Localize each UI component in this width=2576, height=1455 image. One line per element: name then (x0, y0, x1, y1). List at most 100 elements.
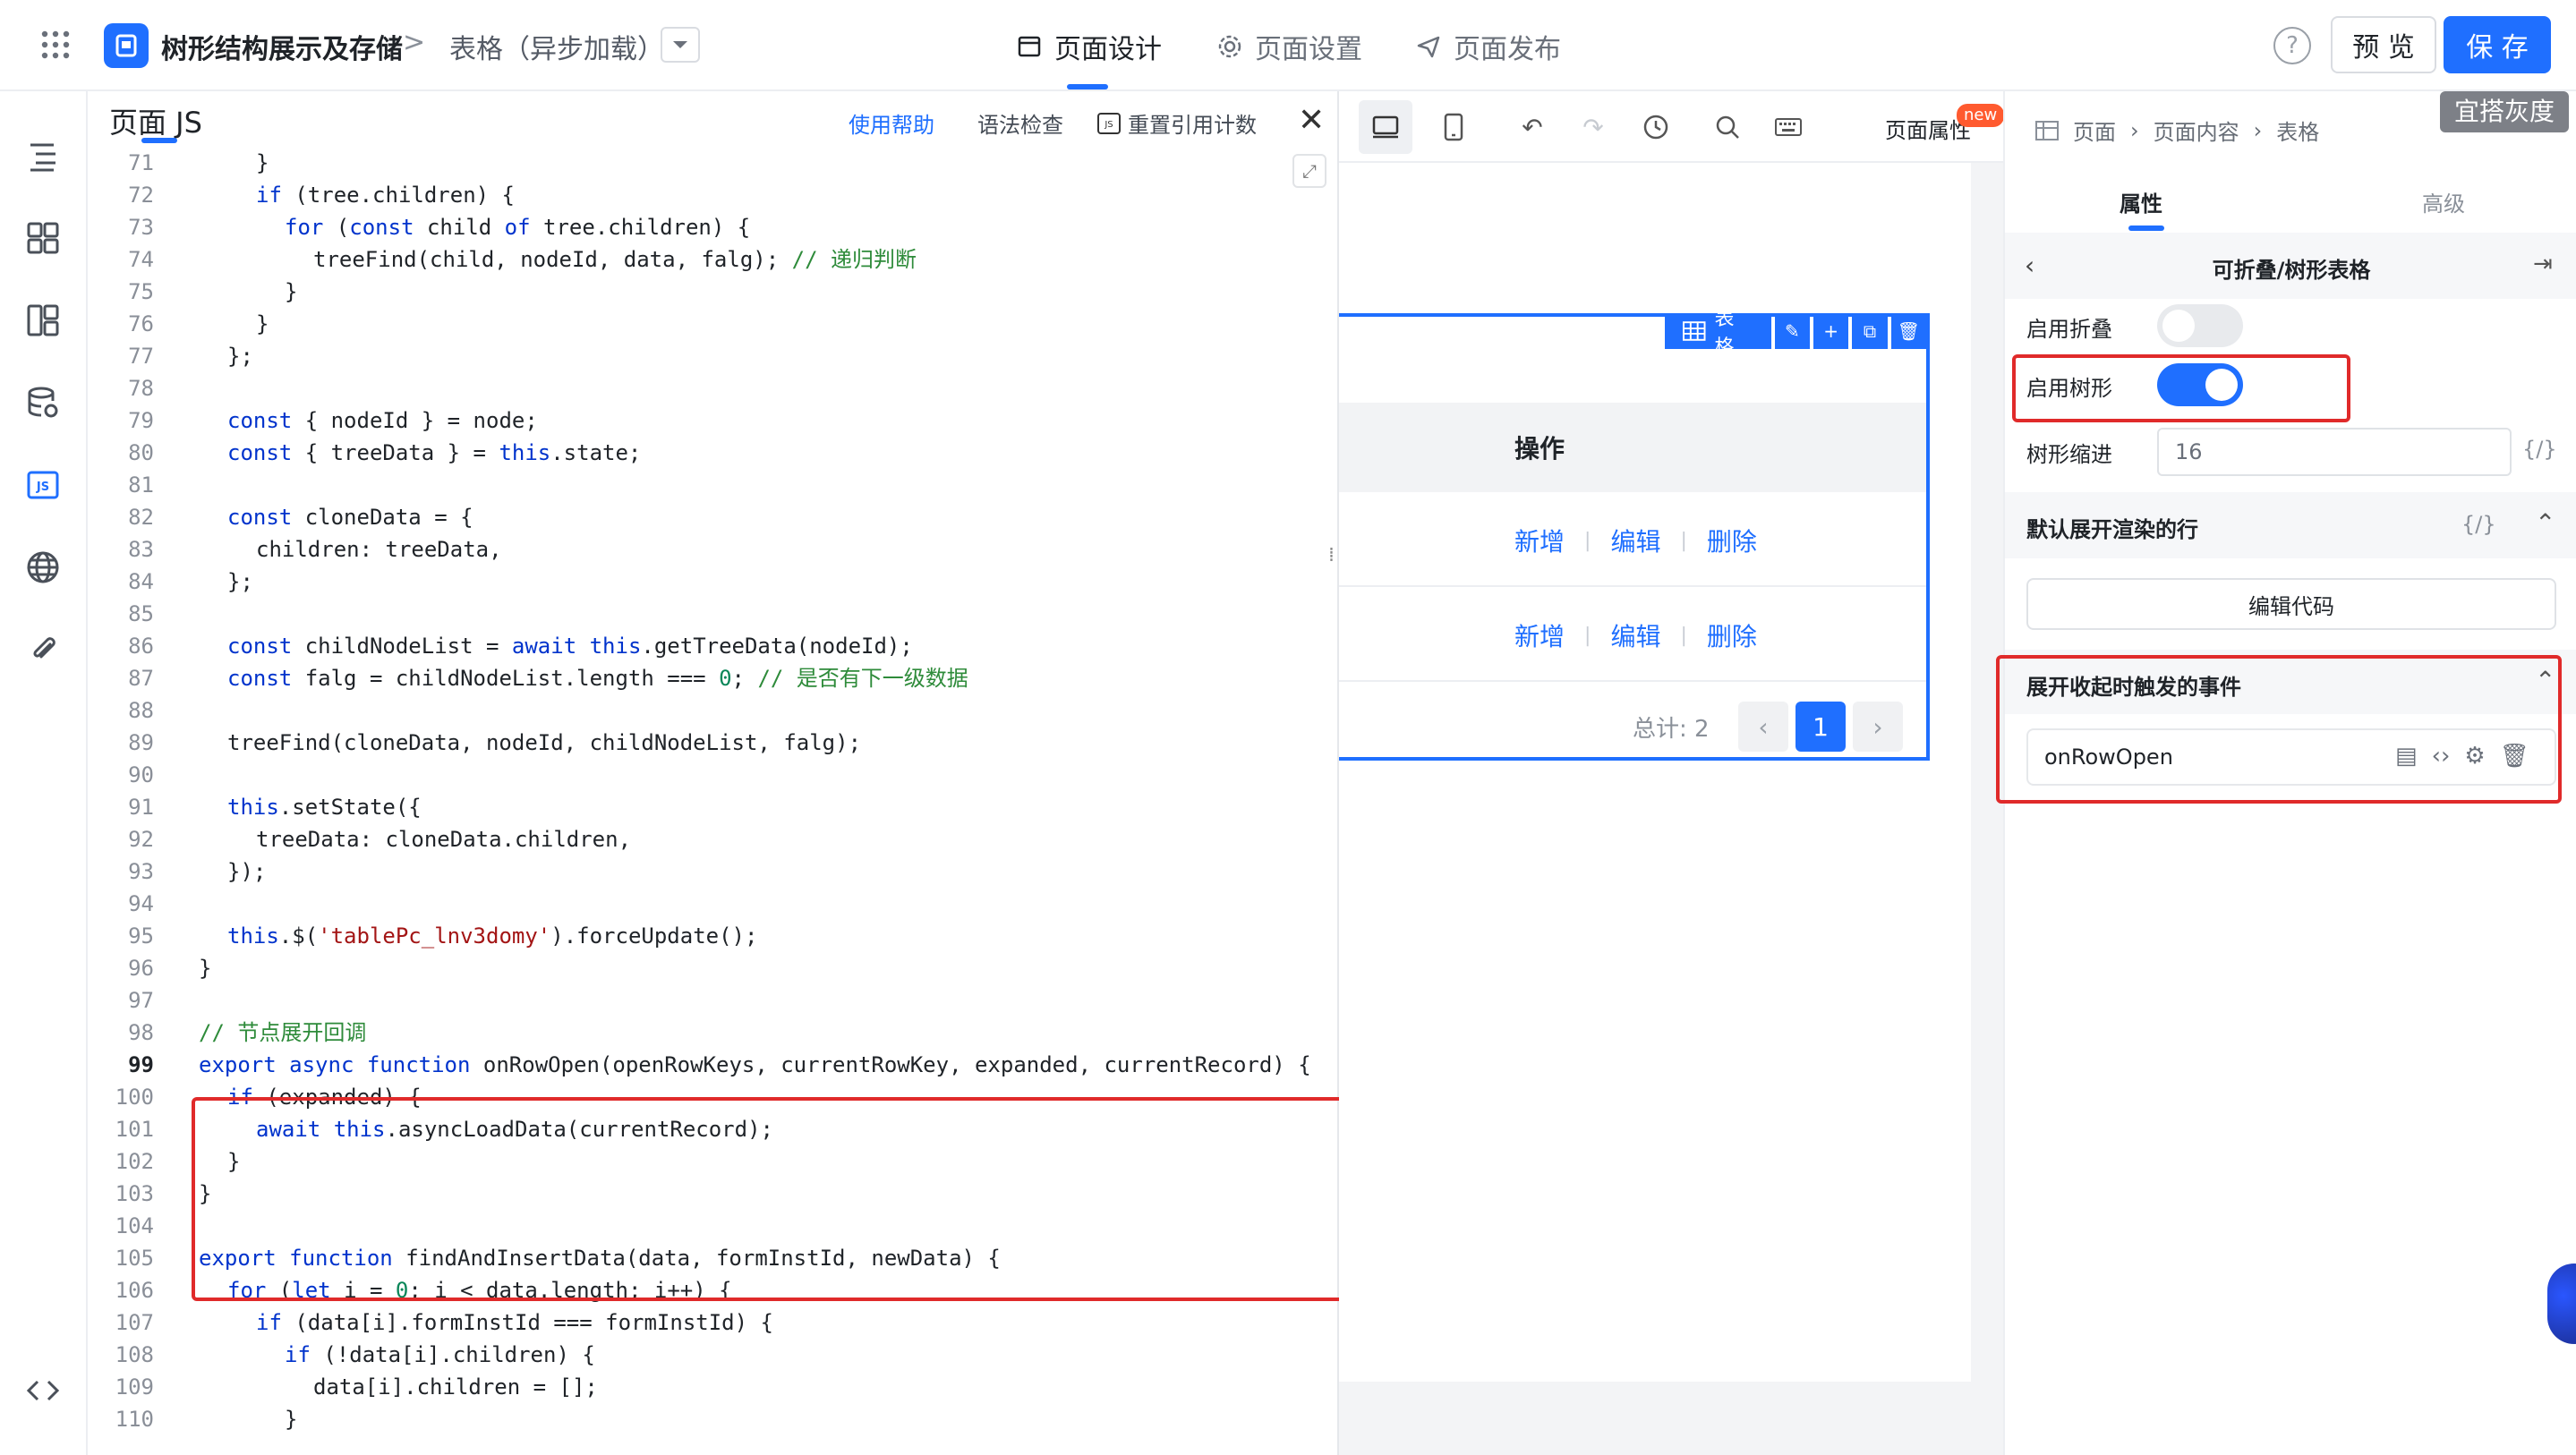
assistant-bubble-icon[interactable] (2547, 1264, 2576, 1344)
tab-page-design[interactable]: 页面设计 (1017, 27, 1162, 66)
prev-page-button[interactable]: ‹ (1738, 702, 1788, 752)
edit-row-link[interactable]: 编辑 (1610, 617, 1660, 653)
variable-bind-icon[interactable]: {/} (2461, 512, 2496, 537)
code-line[interactable]: 93}); (88, 855, 1339, 888)
next-page-button[interactable]: › (1853, 702, 1903, 752)
close-icon[interactable]: ✕ (1298, 102, 1325, 139)
selected-table-component[interactable]: 表格 ✎ + ⧉ 🗑 操作 新增 | 编辑 | 删除 新增 | 编辑 | 删除 … (1339, 308, 1930, 761)
edit-row-link[interactable]: 编辑 (1610, 523, 1660, 558)
delete-row-link[interactable]: 删除 (1707, 617, 1757, 653)
copy-icon[interactable]: ⧉ (1852, 313, 1888, 349)
code-line[interactable]: 100 if (expanded) { (88, 1081, 1339, 1113)
tab-page-publish[interactable]: 页面发布 (1416, 27, 1561, 66)
desktop-view-icon[interactable] (1359, 100, 1412, 154)
code-line[interactable]: 109 data[i].children = []; (88, 1371, 1339, 1403)
code-line[interactable]: 84}; (88, 566, 1339, 598)
data-source-icon[interactable] (25, 385, 61, 421)
help-link[interactable]: 使用帮助 (849, 107, 934, 139)
save-button[interactable]: 保 存 (2444, 16, 2551, 73)
page-number-button[interactable]: 1 (1796, 702, 1846, 752)
breadcrumb-item[interactable]: 表格 (2276, 115, 2319, 146)
breadcrumb-item[interactable]: 页面 (2073, 115, 2116, 146)
breadcrumb-item[interactable]: 页面内容 (2154, 115, 2239, 146)
code-line[interactable]: 76} (88, 308, 1339, 340)
resize-handle-icon[interactable]: ⁞ (1328, 544, 1335, 566)
apps-grid-icon[interactable] (39, 29, 72, 61)
history-icon[interactable] (1638, 109, 1674, 145)
attachment-icon[interactable] (25, 632, 61, 668)
add-row-link[interactable]: 新增 (1514, 617, 1565, 653)
code-line[interactable]: 97 (88, 984, 1339, 1017)
add-icon[interactable]: + (1813, 313, 1849, 349)
code-line[interactable]: 73 for (const child of tree.children) { (88, 211, 1339, 243)
code-line[interactable]: 89 treeFind(cloneData, nodeId, childNodeL… (88, 727, 1339, 759)
mobile-view-icon[interactable] (1436, 109, 1471, 145)
variable-bind-icon[interactable]: {/} (2522, 437, 2557, 462)
code-line[interactable]: 85 (88, 598, 1339, 630)
code-line[interactable]: 87 const falg = childNodeList.length === … (88, 662, 1339, 694)
help-icon[interactable]: ? (2273, 27, 2311, 64)
code-line[interactable]: 92 treeData: cloneData.children, (88, 823, 1339, 855)
code-line[interactable]: 98 // 节点展开回调 (88, 1017, 1339, 1049)
table-type-label[interactable]: 表格 (1665, 308, 1771, 359)
add-row-link[interactable]: 新增 (1514, 523, 1565, 558)
search-icon[interactable] (1710, 109, 1745, 145)
code-line[interactable]: 103} (88, 1178, 1339, 1210)
trash-icon[interactable]: 🗑 (2500, 743, 2529, 770)
code-line[interactable]: 90 (88, 759, 1339, 791)
code-line[interactable]: 71} (88, 147, 1339, 179)
undo-icon[interactable]: ↶ (1514, 109, 1550, 145)
app-title[interactable]: 树形结构展示及存储 (161, 27, 403, 66)
delete-row-link[interactable]: 删除 (1707, 523, 1757, 558)
code-line[interactable]: 94 (88, 888, 1339, 920)
edit-code-button[interactable]: 编辑代码 (2026, 578, 2556, 630)
keyboard-icon[interactable] (1770, 109, 1806, 145)
code-line[interactable]: 104 (88, 1210, 1339, 1242)
code-line[interactable]: 83 children: treeData, (88, 533, 1339, 566)
code-line[interactable]: 101 await this.asyncLoadData(currentRecor… (88, 1113, 1339, 1145)
code-line[interactable]: 81 (88, 469, 1339, 501)
code-line[interactable]: 91 this.setState({ (88, 791, 1339, 823)
code-line[interactable]: 105 export function findAndInsertData(dat… (88, 1242, 1339, 1274)
preview-button[interactable]: 预 览 (2331, 16, 2436, 73)
page-name[interactable]: 表格（异步加载） (449, 27, 664, 66)
code-line[interactable]: 96} (88, 952, 1339, 984)
globe-icon[interactable] (25, 549, 61, 585)
code-line[interactable]: 88 (88, 694, 1339, 727)
code-editor[interactable]: 71} 72 if (tree.children) {73 for (const ch… (88, 147, 1339, 1455)
layout-icon[interactable] (25, 302, 61, 338)
code-line[interactable]: 79 const { nodeId } = node; (88, 404, 1339, 437)
collapse-toggle[interactable] (2157, 304, 2243, 347)
lint-button[interactable]: 语法检查 (977, 107, 1063, 139)
tab-page-settings[interactable]: 页面设置 (1217, 27, 1362, 66)
code-toggle-icon[interactable] (25, 1373, 61, 1408)
delete-icon[interactable]: 🗑 (1890, 313, 1926, 349)
code-line[interactable]: 86 const childNodeList = await this.getTr… (88, 630, 1339, 662)
gear-icon[interactable]: ⚙ (2464, 743, 2485, 770)
code-line[interactable]: 74 treeFind(child, nodeId, data, falg); /… (88, 243, 1339, 276)
code-line[interactable]: 106 for (let i = 0; i < data.length; i++)… (88, 1274, 1339, 1306)
code-line[interactable]: 107 if (data[i].formInstId === formInstId… (88, 1306, 1339, 1339)
code-line[interactable]: 72 if (tree.children) { (88, 179, 1339, 211)
code-line[interactable]: 78 (88, 372, 1339, 404)
indent-input[interactable]: 16 (2157, 428, 2512, 476)
page-dropdown-button[interactable] (661, 27, 700, 63)
code-line[interactable]: 95 this.$('tablePc_lnv3domy').forceUpdate… (88, 920, 1339, 952)
tab-advanced[interactable]: 高级 (2422, 186, 2465, 217)
reset-ref-count-button[interactable]: JS 重置引用计数 (1097, 107, 1257, 139)
tree-toggle[interactable] (2157, 363, 2243, 406)
document-icon[interactable]: ▤ (2395, 743, 2418, 770)
edit-icon[interactable]: ✎ (1774, 313, 1810, 349)
code-line[interactable]: 102} (88, 1145, 1339, 1178)
code-icon[interactable]: ‹› (2432, 743, 2451, 770)
code-line[interactable]: 99 export async function onRowOpen(openRo… (88, 1049, 1339, 1081)
components-icon[interactable] (25, 220, 61, 256)
chevron-up-icon[interactable]: ⌃ (2535, 666, 2555, 695)
code-line[interactable]: 110} (88, 1403, 1339, 1435)
tab-properties[interactable]: 属性 (2120, 186, 2162, 217)
event-binding-row[interactable]: onRowOpen ▤ ‹› ⚙ 🗑 (2026, 728, 2556, 786)
code-line[interactable]: 77}; (88, 340, 1339, 372)
code-line[interactable]: 75} (88, 276, 1339, 308)
outline-tree-icon[interactable] (25, 138, 61, 174)
redo-icon[interactable]: ↷ (1575, 109, 1611, 145)
